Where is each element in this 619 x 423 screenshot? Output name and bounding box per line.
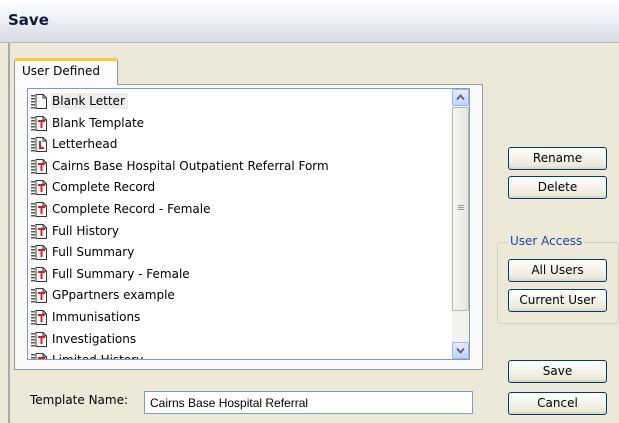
- list-item-label: Letterhead: [52, 137, 118, 152]
- title-bar[interactable]: Save: [0, 0, 619, 43]
- template-document-icon: [31, 353, 47, 359]
- user-access-legend: User Access: [508, 234, 585, 248]
- template-document-icon: [31, 266, 47, 282]
- list-item[interactable]: Complete Record - Female: [28, 199, 448, 221]
- list-item-label: Complete Record - Female: [52, 201, 211, 216]
- template-document-icon: [31, 158, 47, 174]
- list-item-label: Investigations: [52, 331, 137, 346]
- vertical-scrollbar[interactable]: [452, 89, 469, 359]
- tab-label: User Defined: [22, 64, 100, 78]
- list-item-label: Cairns Base Hospital Outpatient Referral…: [52, 158, 329, 173]
- list-item[interactable]: GPpartners example: [28, 285, 448, 307]
- list-item-label: Blank Template: [52, 115, 145, 130]
- list-item[interactable]: Investigations: [28, 329, 448, 351]
- window-left-edge: [8, 43, 10, 423]
- chevron-down-icon: [456, 347, 465, 354]
- letterhead-document-icon: [31, 137, 47, 153]
- list-item[interactable]: Blank Letter: [28, 91, 448, 113]
- list-item-label: GPpartners example: [52, 288, 175, 303]
- template-name-input[interactable]: [144, 391, 473, 414]
- list-item-label: Blank Letter: [51, 93, 128, 109]
- chevron-up-icon: [456, 94, 465, 101]
- scroll-down-button[interactable]: [452, 342, 469, 359]
- scroll-grip-line: [458, 205, 464, 206]
- list-item[interactable]: Limited History: [28, 350, 448, 359]
- list-item[interactable]: Full Summary - Female: [28, 264, 448, 286]
- template-name-label: Template Name:: [30, 393, 129, 407]
- list-item-label: Complete Record: [52, 180, 156, 195]
- list-item[interactable]: Cairns Base Hospital Outpatient Referral…: [28, 156, 448, 178]
- list-item[interactable]: Blank Template: [28, 113, 448, 135]
- rename-button[interactable]: Rename: [508, 147, 607, 170]
- all-users-button[interactable]: All Users: [508, 259, 607, 282]
- list-item[interactable]: Full Summary: [28, 242, 448, 264]
- list-item-label: Limited History: [51, 352, 146, 359]
- cancel-button[interactable]: Cancel: [508, 392, 607, 415]
- template-document-icon: [31, 288, 47, 304]
- window-title: Save: [8, 11, 49, 29]
- tab-user-defined[interactable]: User Defined: [14, 58, 118, 85]
- template-document-icon: [31, 331, 47, 347]
- current-user-button[interactable]: Current User: [508, 289, 607, 312]
- template-document-icon: [31, 309, 47, 325]
- template-document-icon: [31, 180, 47, 196]
- save-button[interactable]: Save: [508, 360, 607, 383]
- blank-document-icon: [31, 94, 47, 109]
- template-document-icon: [31, 245, 47, 261]
- list-item-label: Immunisations: [52, 309, 141, 324]
- list-item[interactable]: Complete Record: [28, 177, 448, 199]
- template-document-icon: [31, 201, 47, 217]
- list-item-label: Full History: [52, 223, 120, 238]
- list-item-label: Full Summary: [52, 245, 135, 260]
- delete-button[interactable]: Delete: [508, 176, 607, 199]
- scroll-thumb[interactable]: [452, 107, 469, 311]
- scroll-grip-line: [458, 209, 464, 210]
- scroll-grip-line: [458, 207, 464, 208]
- list-item[interactable]: Immunisations: [28, 307, 448, 329]
- template-document-icon: [31, 115, 47, 131]
- list-item-label: Full Summary - Female: [52, 266, 190, 281]
- list-item[interactable]: Full History: [28, 221, 448, 243]
- template-document-icon: [31, 223, 47, 239]
- scroll-up-button[interactable]: [452, 89, 469, 106]
- template-list[interactable]: Blank Letter Blank Template Letterhead Cair…: [27, 88, 470, 360]
- template-list-items: Blank Letter Blank Template Letterhead Cair…: [28, 91, 448, 359]
- list-item[interactable]: Letterhead: [28, 134, 448, 156]
